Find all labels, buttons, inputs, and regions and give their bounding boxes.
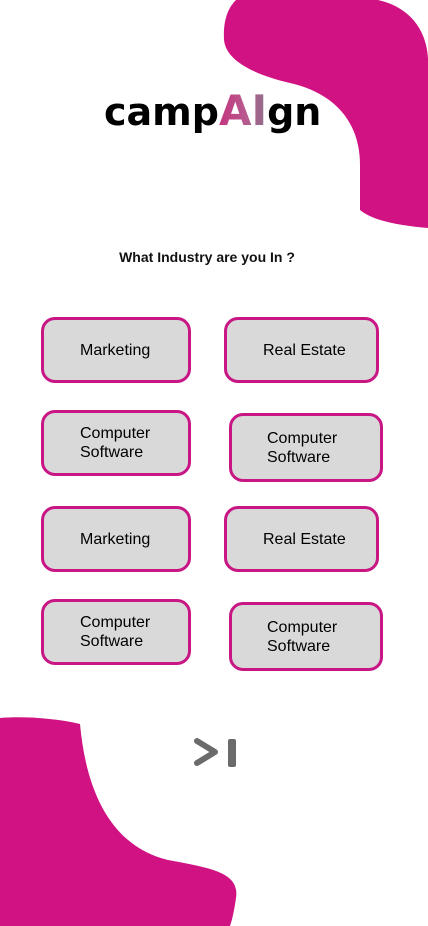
industry-option-marketing-2[interactable]: Marketing	[41, 506, 191, 572]
option-label-line2: Software	[80, 633, 144, 650]
option-label-line2: Software	[267, 637, 331, 655]
logo-text-gn: gn	[267, 90, 322, 134]
option-label: Computer Software	[80, 613, 150, 651]
app-logo: campAIgn	[104, 86, 321, 137]
option-label: Real Estate	[263, 530, 346, 548]
industry-option-real-estate[interactable]: Real Estate	[224, 317, 379, 383]
industry-option-computer-software-alt-2[interactable]: Computer Software	[229, 602, 383, 671]
option-label-line1: Computer	[267, 618, 338, 636]
option-label-line2: Software	[267, 448, 331, 466]
option-label: Marketing	[80, 530, 151, 548]
logo-text-ai: AI	[218, 86, 268, 135]
option-label-line1: Computer	[267, 429, 338, 447]
option-label: Computer Software	[267, 429, 337, 467]
option-label: Real Estate	[263, 341, 346, 359]
option-label-line1: Computer	[80, 614, 151, 631]
option-label-line2: Software	[80, 444, 144, 461]
logo-text-camp: camp	[104, 90, 219, 134]
option-label: Computer Software	[267, 618, 337, 656]
industry-option-computer-software[interactable]: Computer Software	[41, 410, 191, 476]
industry-option-computer-software-alt[interactable]: Computer Software	[229, 413, 383, 482]
industry-question: What Industry are you In ?	[119, 249, 295, 265]
option-label-line1: Computer	[80, 425, 151, 442]
industry-option-real-estate-2[interactable]: Real Estate	[224, 506, 379, 572]
industry-option-marketing[interactable]: Marketing	[41, 317, 191, 383]
industry-option-computer-software-2[interactable]: Computer Software	[41, 599, 191, 665]
option-label: Marketing	[80, 341, 151, 359]
next-button[interactable]	[192, 736, 238, 770]
skip-to-end-icon	[194, 738, 236, 767]
option-label: Computer Software	[80, 424, 150, 462]
